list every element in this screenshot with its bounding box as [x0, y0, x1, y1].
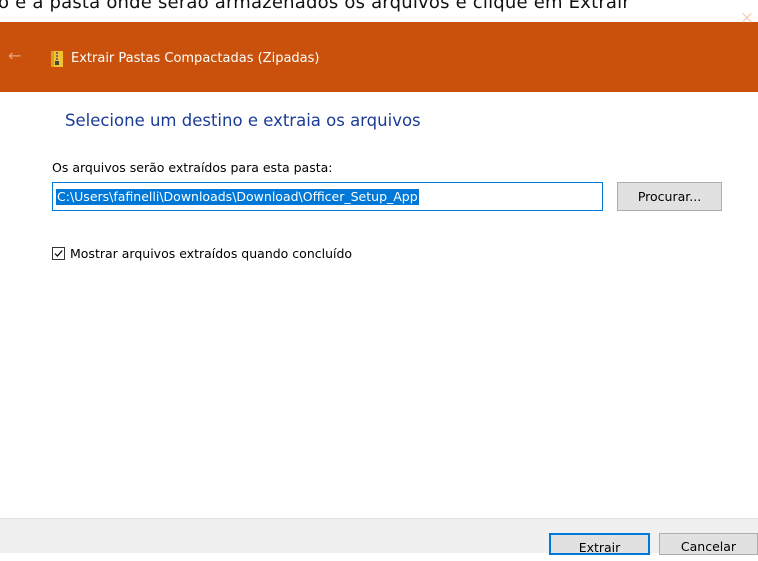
zip-folder-icon [51, 51, 63, 67]
dialog-title-bar: × ← Extrair Pastas Compactadas (Zipadas) [0, 8, 758, 92]
dialog-title: Extrair Pastas Compactadas (Zipadas) [71, 51, 320, 66]
destination-path-label: Os arquivos serão extraídos para esta pa… [52, 160, 333, 175]
show-extracted-files-label[interactable]: Mostrar arquivos extraídos quando conclu… [70, 246, 352, 262]
show-extracted-files-checkbox[interactable] [52, 247, 65, 260]
back-arrow-icon[interactable]: ← [8, 48, 21, 64]
destination-path-input[interactable]: C:\Users\fafinelli\Downloads\Download\Of… [52, 182, 603, 211]
destination-path-value: C:\Users\fafinelli\Downloads\Download\Of… [56, 189, 419, 205]
browse-button[interactable]: Procurar... [617, 182, 722, 211]
checkmark-icon [54, 250, 63, 257]
close-icon[interactable]: × [736, 6, 758, 30]
background-window-text: o e a pasta onde serão armazenados os ar… [0, 0, 630, 13]
dialog-footer: Extrair Cancelar [0, 518, 758, 555]
background-window-text-strip: o e a pasta onde serão armazenados os ar… [0, 0, 758, 22]
page-heading: Selecione um destino e extraia os arquiv… [65, 111, 421, 130]
